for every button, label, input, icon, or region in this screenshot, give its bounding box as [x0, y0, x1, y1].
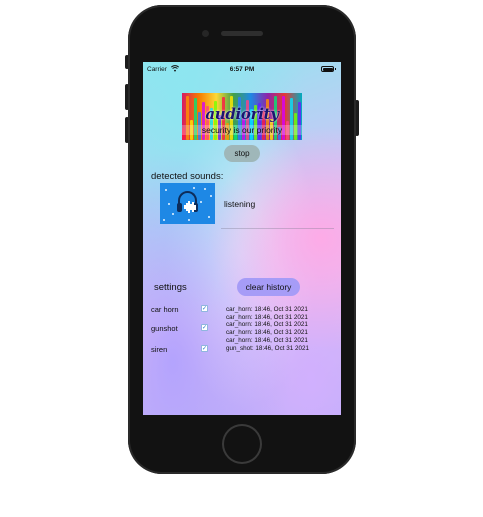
setting-row-car-horn: car horn ✓	[151, 305, 211, 317]
setting-label: car horn	[151, 305, 179, 314]
history-entry: car_horn: 18:46, Oct 31 2021	[226, 336, 308, 344]
sound-thumbnail	[160, 183, 215, 224]
setting-label: siren	[151, 345, 168, 354]
earpiece-speaker	[221, 31, 263, 36]
decorative-dot	[165, 189, 167, 191]
history-entry: car_horn: 18:46, Oct 31 2021	[226, 313, 308, 321]
logo-wordmark: audiority	[205, 105, 279, 123]
decorative-dot	[200, 201, 202, 203]
gunshot-checkbox[interactable]: ✓	[201, 324, 208, 331]
status-bar: Carrier 6:57 PM	[143, 62, 341, 76]
headphone-left-cup	[177, 203, 182, 212]
history-entry: gun_shot: 18:46, Oct 31 2021	[226, 344, 309, 352]
decorative-dot	[210, 195, 212, 197]
setting-label: gunshot	[151, 324, 178, 333]
decorative-dot	[193, 187, 195, 189]
decorative-dot	[204, 188, 206, 190]
setting-row-gunshot: gunshot ✓	[151, 324, 211, 336]
sound-wave-bar	[194, 204, 196, 210]
app-logo: audiority security is our priority	[182, 93, 302, 140]
front-camera	[202, 30, 209, 37]
stop-button[interactable]: stop	[224, 145, 260, 162]
decorative-dot	[163, 219, 165, 221]
battery-icon	[321, 66, 334, 72]
siren-checkbox[interactable]: ✓	[201, 345, 208, 352]
battery-tip	[334, 68, 336, 70]
clear-history-button[interactable]: clear history	[237, 278, 300, 296]
detected-sounds-heading: detected sounds:	[151, 171, 224, 182]
settings-heading: settings	[154, 282, 187, 293]
setting-row-siren: siren ✓	[151, 345, 211, 357]
history-entry: car_horn: 18:46, Oct 31 2021	[226, 329, 308, 337]
decorative-dot	[208, 216, 210, 218]
status-time: 6:57 PM	[229, 66, 255, 73]
decorative-dot	[168, 203, 170, 205]
history-entry: car_horn: 18:46, Oct 31 2021	[226, 306, 308, 313]
listening-status: listening	[224, 199, 256, 209]
detection-history-list: car_horn: 18:46, Oct 31 2021 car_horn: 1…	[226, 306, 336, 352]
app-screen: Carrier 6:57 PM audiority security is ou…	[143, 62, 341, 415]
decorative-dot	[172, 213, 174, 215]
checkmark-icon: ✓	[202, 346, 208, 352]
car-horn-checkbox[interactable]: ✓	[201, 305, 208, 312]
logo-tagline: security is our priority	[182, 125, 302, 135]
decorative-dot	[188, 219, 190, 221]
checkmark-icon: ✓	[202, 325, 208, 331]
list-divider	[221, 228, 334, 229]
history-entry: car_horn: 18:46, Oct 31 2021	[226, 321, 308, 329]
checkmark-icon: ✓	[202, 306, 208, 312]
home-button[interactable]	[224, 426, 260, 462]
